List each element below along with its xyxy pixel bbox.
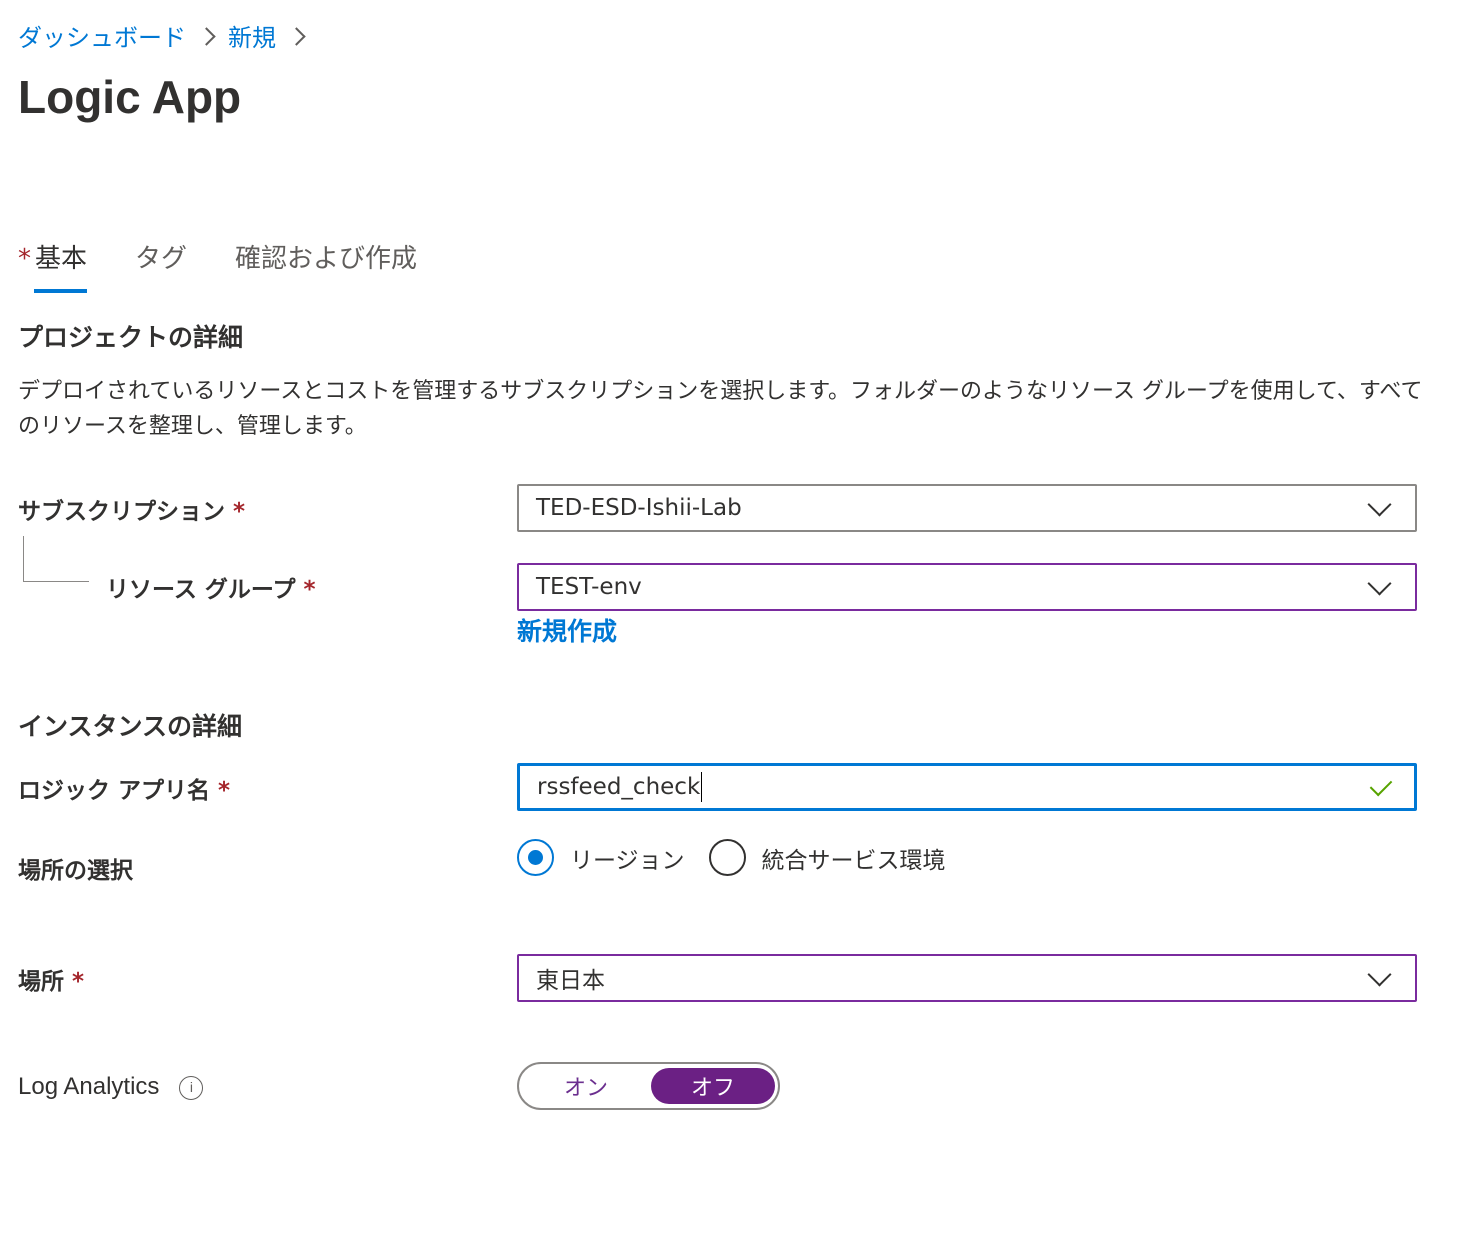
- radio-checked-icon: [517, 839, 554, 876]
- required-marker: *: [218, 778, 231, 804]
- location-value: 東日本: [536, 968, 605, 994]
- location-type-radio-group: リージョン 統合サービス環境: [517, 839, 970, 876]
- subscription-label: サブスクリプション *: [18, 492, 245, 526]
- radio-ise-label: 統合サービス環境: [761, 847, 946, 874]
- log-analytics-label: Log Analytics i: [18, 1073, 204, 1101]
- required-marker: *: [233, 499, 246, 525]
- project-details-description: デプロイされているリソースとコストを管理するサブスクリプションを選択します。フォ…: [18, 379, 1423, 439]
- radio-region[interactable]: リージョン: [517, 839, 685, 876]
- chevron-right-icon: [290, 21, 304, 51]
- log-analytics-toggle: オン オフ: [517, 1062, 780, 1110]
- text-cursor: [701, 772, 703, 802]
- project-details-heading: プロジェクトの詳細: [18, 323, 244, 352]
- create-new-link[interactable]: 新規作成: [517, 612, 617, 648]
- tab-review-create[interactable]: 確認および作成: [235, 238, 417, 293]
- chevron-down-icon: [1369, 496, 1389, 516]
- resource-group-value: TEST-env: [536, 574, 642, 600]
- required-marker: *: [18, 244, 31, 274]
- resource-group-dropdown[interactable]: TEST-env: [517, 563, 1417, 611]
- chevron-down-icon: [1369, 966, 1389, 986]
- page-title: Logic App: [18, 71, 242, 123]
- subscription-dropdown[interactable]: TED-ESD-Ishii-Lab: [517, 484, 1417, 532]
- logic-app-name-value: rssfeed_check: [537, 774, 701, 800]
- location-dropdown[interactable]: 東日本: [517, 954, 1417, 1002]
- tab-basics[interactable]: * 基本: [18, 238, 88, 293]
- radio-region-label: リージョン: [570, 847, 685, 874]
- toggle-off-option[interactable]: オフ: [651, 1068, 775, 1104]
- radio-integration-service-env[interactable]: 統合サービス環境: [708, 839, 946, 876]
- logic-app-name-label: ロジック アプリ名 *: [18, 771, 230, 805]
- tab-basics-label: 基本: [35, 244, 88, 274]
- tab-tags[interactable]: タグ: [135, 238, 187, 293]
- required-marker: *: [303, 577, 316, 603]
- tree-connector: [23, 536, 89, 582]
- subscription-label-text: サブスクリプション: [18, 499, 225, 525]
- breadcrumb: ダッシュボード 新規: [18, 18, 318, 53]
- radio-unchecked-icon: [708, 839, 746, 876]
- location-select-label: 場所の選択: [18, 858, 133, 884]
- chevron-right-icon: [200, 21, 214, 51]
- toggle-on-option[interactable]: オン: [524, 1068, 648, 1104]
- location-label: 場所 *: [18, 962, 84, 996]
- resource-group-label-text: リソース グループ: [106, 577, 296, 603]
- location-label-text: 場所: [18, 969, 64, 995]
- breadcrumb-new-link[interactable]: 新規: [228, 18, 276, 53]
- tab-review-create-label: 確認および作成: [235, 244, 418, 274]
- tab-bar: * 基本 タグ 確認および作成: [18, 238, 465, 293]
- logic-app-name-input[interactable]: rssfeed_check: [517, 763, 1417, 811]
- checkmark-icon: [1368, 775, 1392, 799]
- breadcrumb-dashboard-link[interactable]: ダッシュボード: [18, 18, 186, 53]
- instance-details-heading: インスタンスの詳細: [18, 712, 243, 741]
- log-analytics-label-text: Log Analytics: [18, 1073, 160, 1100]
- chevron-down-icon: [1369, 575, 1389, 595]
- logic-app-name-label-text: ロジック アプリ名: [18, 778, 211, 804]
- resource-group-label: リソース グループ *: [106, 570, 316, 604]
- subscription-value: TED-ESD-Ishii-Lab: [536, 495, 742, 521]
- info-icon[interactable]: i: [179, 1075, 204, 1100]
- tab-tags-label: タグ: [135, 244, 188, 274]
- required-marker: *: [72, 969, 85, 995]
